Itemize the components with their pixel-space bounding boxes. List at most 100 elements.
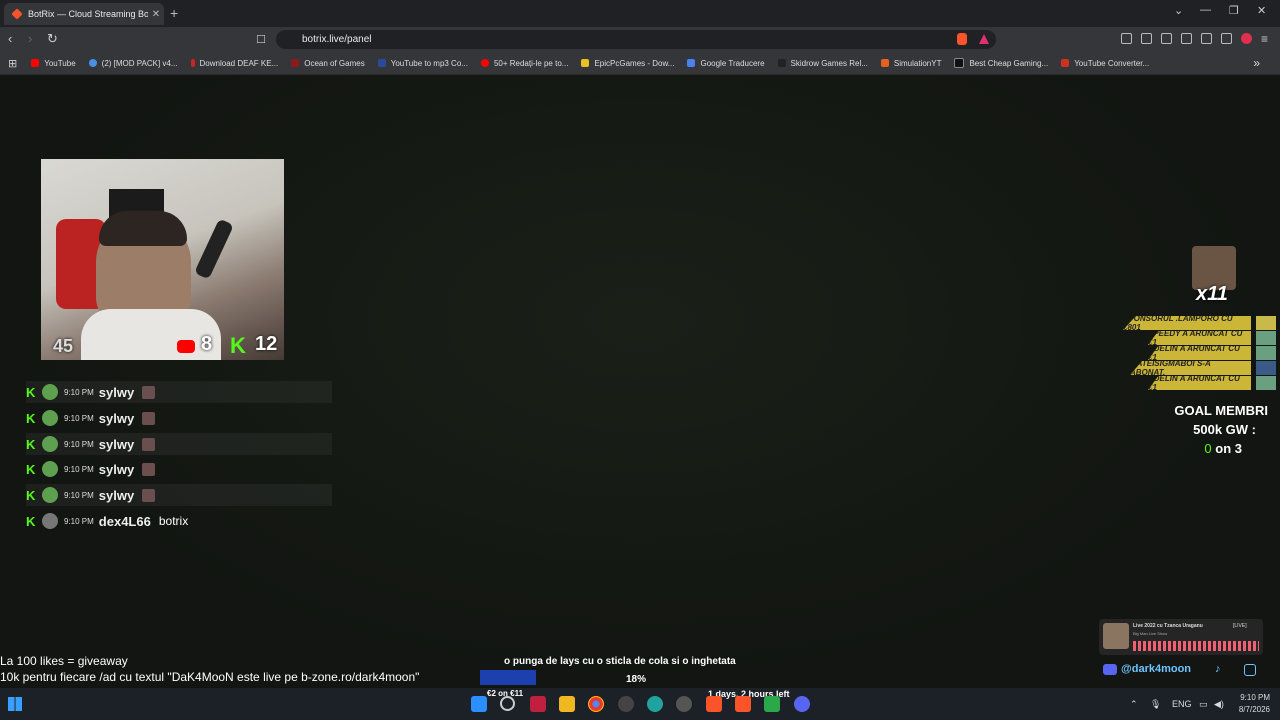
- album-art: [1103, 623, 1129, 649]
- bookmark-item[interactable]: 50+ Redați-le pe to...: [480, 58, 569, 68]
- tab-search-icon[interactable]: ⌄: [1174, 4, 1183, 17]
- kick-icon: K: [26, 436, 36, 452]
- file-explorer-icon[interactable]: [559, 696, 575, 712]
- microphone-icon[interactable]: 🎙: [1150, 699, 1161, 710]
- bookmark-favicon: [1061, 59, 1070, 67]
- bookmark-item[interactable]: Download DEAF KE...: [190, 58, 279, 68]
- address-bar[interactable]: botrix.live/panel: [276, 30, 996, 49]
- alert-icon: [1256, 361, 1276, 375]
- menu-icon[interactable]: ≡: [1261, 32, 1268, 46]
- reload-icon[interactable]: ↻: [47, 31, 58, 47]
- alert-icon: [1256, 346, 1276, 360]
- obs-icon[interactable]: [618, 696, 634, 712]
- bookmark-item[interactable]: YouTube: [31, 59, 76, 68]
- app-icon[interactable]: [530, 696, 546, 712]
- alert-item: SPEEDY A ARUNCAT CU €1: [1148, 331, 1251, 345]
- kick-icon: K: [26, 384, 36, 400]
- brave-rewards-icon[interactable]: [979, 34, 989, 44]
- windows-start-icon[interactable]: [8, 697, 22, 711]
- alert-item: ADELIN A ARUNCAT CU €1: [1148, 376, 1251, 390]
- bookmark-item[interactable]: Best Cheap Gaming...: [954, 58, 1048, 68]
- goal-current: 0: [1204, 441, 1212, 456]
- app-icon[interactable]: [676, 696, 692, 712]
- bookmark-favicon: [190, 59, 195, 67]
- bookmark-label: YouTube Converter...: [1074, 58, 1150, 68]
- profile-icon[interactable]: [1241, 33, 1252, 44]
- extensions-icon[interactable]: [1121, 33, 1132, 44]
- brave-shields-icon[interactable]: [957, 33, 967, 45]
- wallet-icon[interactable]: [1181, 33, 1192, 44]
- chevron-up-icon[interactable]: ⌃: [1130, 699, 1138, 710]
- bookmark-favicon: [777, 59, 786, 67]
- alert-icon: [1256, 316, 1276, 330]
- bookmark-item[interactable]: Ocean of Games: [291, 59, 365, 68]
- alert-icon: [1256, 376, 1276, 390]
- bookmark-label: 50+ Redați-le pe to...: [493, 58, 569, 68]
- avatar: [42, 513, 58, 529]
- minimize-icon[interactable]: —: [1200, 4, 1211, 16]
- music-icon[interactable]: [1141, 33, 1152, 44]
- kick-icon: K: [230, 333, 246, 358]
- discord-app-icon[interactable]: [794, 696, 810, 712]
- bookmarks-overflow-button[interactable]: »: [1253, 56, 1260, 70]
- brave-icon[interactable]: [706, 696, 722, 712]
- brave-icon[interactable]: [735, 696, 751, 712]
- sidebar-icon[interactable]: [1161, 33, 1172, 44]
- chat-time: 9:10 PM: [64, 516, 94, 526]
- goal-subtitle: 500k GW :: [1193, 422, 1256, 437]
- clock-time[interactable]: 9:10 PM: [1236, 693, 1270, 702]
- vpn-icon[interactable]: [1221, 33, 1232, 44]
- bookmark-item[interactable]: SimulationYT: [880, 59, 941, 68]
- network-icon[interactable]: ▭: [1199, 699, 1208, 710]
- apps-icon[interactable]: ⊞: [8, 57, 17, 70]
- forward-icon[interactable]: ›: [28, 31, 32, 46]
- multiplier-label: x11: [1196, 283, 1228, 305]
- bookmark-label: EpicPcGames - Dow...: [594, 58, 675, 68]
- donation-progress-bar: [480, 670, 536, 685]
- bookmark-favicon: [954, 58, 965, 68]
- tab-close-button[interactable]: ✕: [148, 9, 164, 20]
- close-window-icon[interactable]: ✕: [1257, 4, 1266, 17]
- ad-instructions-text: 10k pentru fiecare /ad cu textul "DaK4Mo…: [0, 670, 420, 684]
- chat-message: K 9:10 PM dex4L66 botrix: [26, 510, 332, 532]
- bookmark-item[interactable]: YouTube Converter...: [1061, 59, 1149, 68]
- maximize-icon[interactable]: ❐: [1229, 4, 1239, 17]
- badge-icon: [142, 488, 156, 502]
- chat-username: sylwy: [98, 410, 135, 426]
- avatar: [42, 461, 58, 477]
- clock-date[interactable]: 8/7/2026: [1232, 705, 1270, 714]
- bookmark-item[interactable]: Skidrow Games Rel...: [777, 59, 868, 68]
- audio-visualizer: [1133, 641, 1259, 651]
- volume-icon[interactable]: ◀): [1214, 699, 1224, 710]
- tiktok-icon: ♪: [1215, 663, 1221, 675]
- bookmark-label: YouTube to mp3 Co...: [390, 58, 468, 68]
- bookmark-item[interactable]: EpicPcGames - Dow...: [581, 59, 674, 68]
- windows-taskbar: [0, 688, 1280, 720]
- back-icon[interactable]: ‹: [8, 31, 12, 46]
- chat-time: 9:10 PM: [64, 387, 94, 397]
- bookmark-item[interactable]: YouTube to mp3 Co...: [377, 58, 468, 68]
- search-icon[interactable]: [500, 696, 515, 711]
- bookmark-item[interactable]: Google Traducere: [687, 59, 765, 68]
- start-icon[interactable]: [471, 696, 487, 712]
- bookmark-favicon: [880, 59, 889, 67]
- kick-icon: K: [26, 410, 36, 426]
- active-tab[interactable]: BotRix — Cloud Streaming Bot f ✕: [4, 3, 164, 25]
- chat-message: K 9:10 PM sylwy: [26, 458, 332, 480]
- chrome-icon[interactable]: [588, 696, 604, 712]
- bookmark-icon[interactable]: ☐: [256, 33, 266, 46]
- kick-icon: K: [26, 513, 36, 529]
- language-indicator[interactable]: ENG: [1172, 699, 1192, 709]
- edge-icon[interactable]: [647, 696, 663, 712]
- bookmark-label: Download DEAF KE...: [199, 58, 279, 68]
- app-icon[interactable]: [764, 696, 780, 712]
- chat-time: 9:10 PM: [64, 490, 94, 500]
- leo-icon[interactable]: [1201, 33, 1212, 44]
- streamer-hair: [99, 211, 187, 246]
- bookmark-item[interactable]: (2) [MOD PACK] v4...: [88, 59, 178, 68]
- track-subtitle: Big Man Live Show: [1133, 631, 1168, 636]
- track-title: Live 2022 cu Tzanca Uraganu: [1133, 623, 1203, 629]
- new-tab-button[interactable]: +: [170, 5, 178, 21]
- alert-item: MATEISIGMABOI S-A ABONAT.: [1130, 361, 1251, 375]
- donation-goal-percent: 18%: [626, 674, 647, 685]
